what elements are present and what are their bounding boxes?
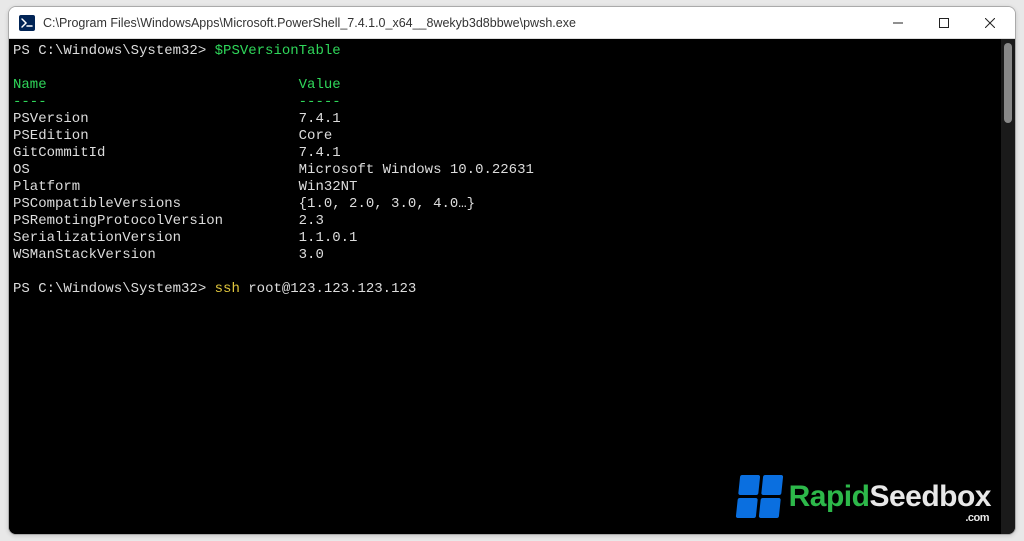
windows-logo-icon: [735, 475, 783, 518]
terminal-content[interactable]: PS C:\Windows\System32> $PSVersionTable …: [9, 39, 1001, 534]
close-button[interactable]: [967, 7, 1013, 38]
watermark: RapidSeedbox .com: [738, 475, 991, 518]
scrollbar[interactable]: [1001, 39, 1015, 534]
app-window: C:\Program Files\WindowsApps\Microsoft.P…: [8, 6, 1016, 535]
window-title: C:\Program Files\WindowsApps\Microsoft.P…: [43, 16, 875, 30]
powershell-icon: [19, 15, 35, 31]
terminal-area: PS C:\Windows\System32> $PSVersionTable …: [9, 39, 1015, 534]
watermark-text: RapidSeedbox .com: [789, 482, 991, 512]
window-controls: [875, 7, 1013, 38]
title-bar[interactable]: C:\Program Files\WindowsApps\Microsoft.P…: [9, 7, 1015, 39]
minimize-button[interactable]: [875, 7, 921, 38]
maximize-button[interactable]: [921, 7, 967, 38]
scroll-thumb[interactable]: [1004, 43, 1012, 123]
